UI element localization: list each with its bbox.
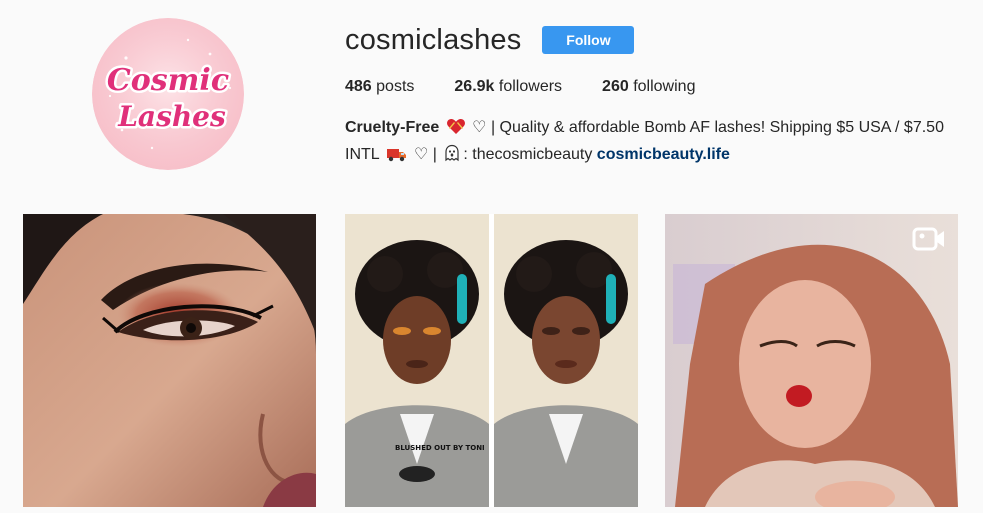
- post-image: [665, 214, 958, 507]
- post-kiss-blowing-video[interactable]: [665, 214, 958, 507]
- post-before-after-makeup[interactable]: BLUSHED OUT BY TONI: [345, 214, 638, 507]
- following-label: following: [633, 78, 696, 95]
- post-overlay-text: BLUSHED OUT BY TONI: [395, 444, 485, 452]
- video-camera-icon: [912, 226, 946, 252]
- followers-stat[interactable]: 26.9k followers: [454, 76, 562, 98]
- posts-count: 486: [345, 78, 372, 95]
- posts-label: posts: [376, 78, 415, 95]
- bio-name: Cruelty-Free: [345, 119, 440, 136]
- title-row: cosmiclashes Follow: [345, 22, 945, 58]
- ghost-icon: [443, 144, 461, 170]
- logo-text-lashes: Lashes: [117, 100, 226, 133]
- bio-text-3: : thecosmicbeauty: [463, 146, 593, 163]
- profile-page: Cosmic Cosmic Lashes Lashes cosmiclashes…: [0, 0, 983, 513]
- post-image: BLUSHED OUT BY TONI: [345, 214, 638, 507]
- following-count: 260: [602, 78, 629, 95]
- post-closeup-eye-makeup[interactable]: [23, 214, 316, 507]
- logo-text-cosmic: Cosmic: [107, 63, 229, 98]
- follow-button[interactable]: Follow: [542, 26, 635, 54]
- cosmic-lashes-logo: Cosmic Cosmic Lashes Lashes: [92, 18, 244, 170]
- profile-info: cosmiclashes Follow 486 posts 26.9k foll…: [345, 22, 945, 170]
- following-stat[interactable]: 260 following: [602, 76, 695, 98]
- profile-avatar[interactable]: Cosmic Cosmic Lashes Lashes: [92, 18, 244, 170]
- heart-with-ribbon-icon: [446, 118, 466, 143]
- bio-website-link[interactable]: cosmicbeauty.life: [597, 146, 730, 163]
- username: cosmiclashes: [345, 24, 522, 56]
- posts-count-stat: 486 posts: [345, 76, 414, 98]
- followers-count: 26.9k: [454, 78, 495, 95]
- delivery-truck-icon: [386, 146, 408, 170]
- post-image: [23, 214, 316, 507]
- bio-text-2: ♡ |: [413, 146, 437, 163]
- profile-bio: Cruelty-Free ♡ | Quality & affordable Bo…: [345, 116, 945, 170]
- followers-label: followers: [498, 78, 563, 95]
- profile-stats: 486 posts 26.9k followers 260 following: [345, 76, 945, 98]
